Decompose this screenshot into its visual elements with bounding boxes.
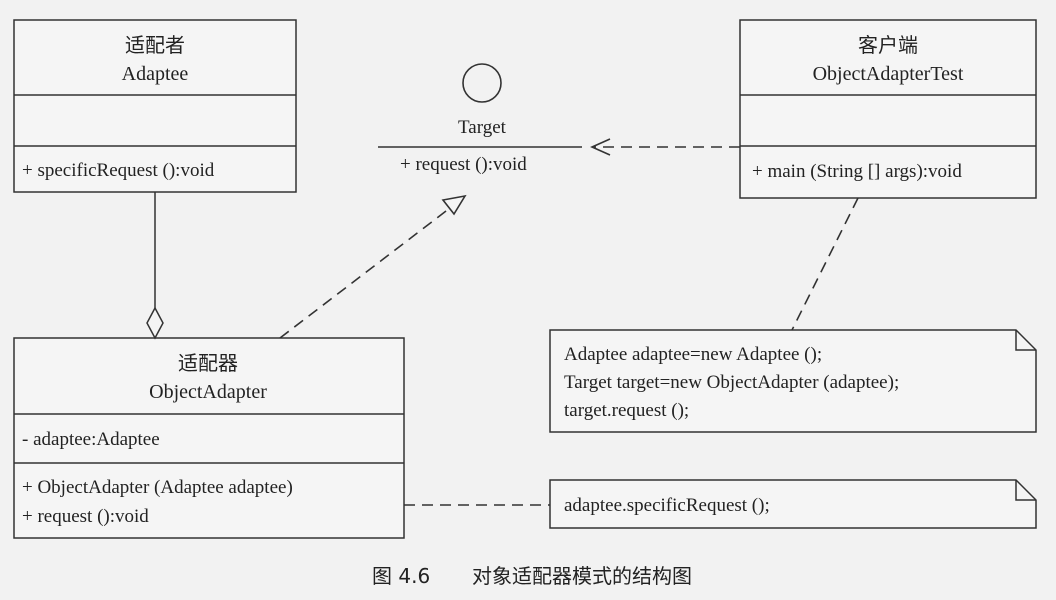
adapter-code-note: adaptee.specificRequest (); <box>549 479 1037 529</box>
client-stereotype: 客户端 <box>858 34 918 57</box>
adapter-class-name: ObjectAdapter <box>149 381 267 403</box>
interface-lollipop-icon <box>462 63 502 103</box>
caption-number: 图 4.6 <box>372 564 430 588</box>
target-interface: Target + request ():void <box>378 63 582 175</box>
target-interface-name: Target <box>458 117 507 138</box>
adapter-class: 适配器 ObjectAdapter - adaptee:Adaptee + Ob… <box>13 337 405 539</box>
figure-caption: 图 4.6 对象适配器模式的结构图 <box>372 564 692 588</box>
realization-arrowhead-icon <box>441 194 467 216</box>
adapter-realization-line <box>279 207 451 339</box>
adaptee-stereotype: 适配者 <box>125 34 185 57</box>
adapter-operation: + ObjectAdapter (Adaptee adaptee) <box>22 477 293 498</box>
client-note-line: target.request (); <box>564 400 689 421</box>
client-code-note: Adaptee adaptee=new Adaptee (); Target t… <box>549 329 1037 433</box>
client-note-anchor-line <box>791 197 859 331</box>
adaptee-class-name: Adaptee <box>122 63 189 85</box>
aggregation-diamond-icon <box>146 306 164 340</box>
client-class: 客户端 ObjectAdapterTest + main (String [] … <box>739 19 1037 199</box>
adapter-attribute: - adaptee:Adaptee <box>22 429 160 450</box>
adaptee-operation: + specificRequest ():void <box>22 160 215 181</box>
adaptee-class: 适配者 Adaptee + specificRequest ():void <box>13 19 297 193</box>
client-class-name: ObjectAdapterTest <box>813 63 964 85</box>
adapter-note-text: adaptee.specificRequest (); <box>564 495 770 516</box>
client-operation: + main (String [] args):void <box>752 161 962 182</box>
adapter-operation: + request ():void <box>22 506 149 527</box>
target-operation: + request ():void <box>400 154 527 175</box>
adapter-stereotype: 适配器 <box>178 352 238 375</box>
uml-class-diagram: 适配者 Adaptee + specificRequest ():void Ta… <box>13 19 1037 588</box>
client-note-line: Target target=new ObjectAdapter (adaptee… <box>564 372 899 393</box>
client-note-line: Adaptee adaptee=new Adaptee (); <box>564 344 822 365</box>
caption-title: 对象适配器模式的结构图 <box>472 564 692 588</box>
